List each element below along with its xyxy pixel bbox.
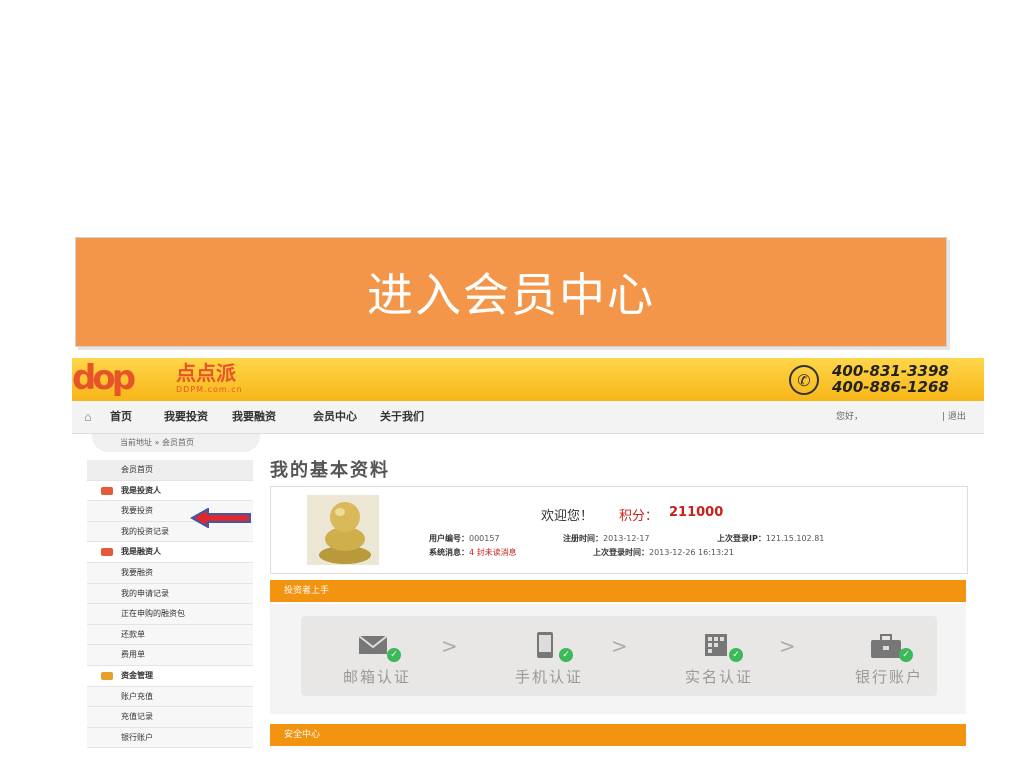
reg-date-value: 2013-12-17 <box>603 534 650 543</box>
phone-icon: ✆ <box>789 365 819 395</box>
sidebar-group-funds: 资金管理 <box>87 665 253 687</box>
step-label: 实名认证 <box>684 668 753 686</box>
step-label: 银行账户 <box>854 668 923 686</box>
sidebar-item-label: 正在申购的融资包 <box>121 609 185 619</box>
check-icon: ✓ <box>899 648 913 662</box>
welcome-text: 欢迎您！ <box>541 509 594 524</box>
page-title: 我的基本资料 <box>270 460 390 481</box>
profile-card: 欢迎您！ 积分： 211000 用户编号：000157 注册时间：2013-12… <box>270 486 968 574</box>
last-login-value: 2013-12-26 16:13:21 <box>649 548 734 557</box>
step-separator: > <box>779 634 796 658</box>
last-ip-value: 121.15.102.81 <box>765 534 825 543</box>
sidebar-item-repayments[interactable]: 还款单 <box>87 624 253 646</box>
logo-url: DDPM.com.cn <box>176 385 243 394</box>
reg-date-row: 注册时间：2013-12-17 <box>563 533 650 544</box>
step-label: 手机认证 <box>514 668 583 686</box>
sidebar-item-subscribing[interactable]: 正在申购的融资包 <box>87 604 253 625</box>
last-login-row: 上次登录时间：2013-12-26 16:13:21 <box>593 547 734 558</box>
member-sidebar: 会员首页 我是投资人 我要投资 我的投资记录 我是融资人 我要融资 我的申请记录… <box>87 460 253 749</box>
envelope-icon: ✓ <box>357 632 401 662</box>
sidebar-item-label: 我的申请记录 <box>121 588 169 598</box>
user-greeting: 您好， <box>836 412 864 422</box>
last-ip-label: 上次登录IP： <box>717 534 766 543</box>
sidebar-item-label: 账户充值 <box>121 691 153 701</box>
check-icon: ✓ <box>729 648 743 662</box>
sidebar-item-finance[interactable]: 我要融资 <box>87 562 253 584</box>
step-realname-verify[interactable]: ✓ 实名认证 <box>649 616 789 696</box>
system-msg-row: 系统消息：4 封未读消息 <box>429 547 517 558</box>
step-separator: > <box>441 634 458 658</box>
slide-title: 进入会员中心 <box>367 268 655 322</box>
sidebar-item-applications[interactable]: 我的申请记录 <box>87 583 253 605</box>
step-email-verify[interactable]: ✓ 邮箱认证 <box>307 616 447 696</box>
nav-invest[interactable]: 我要投资 <box>164 401 208 433</box>
hotline-numbers: 400-831-3398 400-886-1268 <box>832 363 949 395</box>
slide-banner: 进入会员中心 <box>76 238 946 346</box>
user-id-value: 000157 <box>469 534 500 543</box>
user-id-row: 用户编号：000157 <box>429 533 500 544</box>
avatar <box>307 495 379 565</box>
site-header: dop 点点派 DDPM.com.cn ✆ 400-831-3398 400-8… <box>72 358 984 401</box>
sidebar-group-investor: 我是投资人 <box>87 480 253 502</box>
system-msg-label: 系统消息： <box>429 548 469 557</box>
points-value: 211000 <box>669 505 724 520</box>
logo-mark: dop <box>72 358 136 398</box>
breadcrumb: 当前地址 » 会员首页 <box>92 434 260 452</box>
step-phone-verify[interactable]: ✓ 手机认证 <box>479 616 619 696</box>
briefcase-icon: ✓ <box>869 632 913 662</box>
nav-about[interactable]: 关于我们 <box>380 401 424 433</box>
id-card-icon: ✓ <box>699 632 743 662</box>
sidebar-item-recharge-records[interactable]: 充值记录 <box>87 707 253 728</box>
sidebar-item-label: 我要融资 <box>121 567 153 577</box>
sidebar-item-label: 充值记录 <box>121 712 153 722</box>
main-nav: ⌂ 首页 我要投资 我要融资 会员中心 关于我们 您好， | 退出 <box>72 401 984 434</box>
sidebar-item-label: 还款单 <box>121 629 145 639</box>
nav-member-center[interactable]: 会员中心 <box>313 401 357 433</box>
step-label: 邮箱认证 <box>342 668 411 686</box>
mobile-phone-icon: ✓ <box>529 632 573 662</box>
investor-steps: ✓ 邮箱认证 > ✓ 手机认证 > ✓ 实名认证 > ✓ 银行账户 <box>270 604 966 714</box>
user-id-label: 用户编号： <box>429 534 469 543</box>
hotline-2: 400-886-1268 <box>832 378 949 396</box>
reg-date-label: 注册时间： <box>563 534 603 543</box>
step-separator: > <box>611 634 628 658</box>
pointer-arrow-icon <box>190 508 251 528</box>
security-center-header: 安全中心 <box>270 724 966 746</box>
member-center-screenshot: dop 点点派 DDPM.com.cn ✆ 400-831-3398 400-8… <box>72 358 984 768</box>
check-icon: ✓ <box>387 648 401 662</box>
unread-messages-link[interactable]: 4 封未读消息 <box>469 548 517 557</box>
sidebar-group-label: 资金管理 <box>121 670 153 680</box>
nav-finance[interactable]: 我要融资 <box>232 401 276 433</box>
sidebar-group-label: 我是投资人 <box>121 485 161 495</box>
step-bank-account[interactable]: ✓ 银行账户 <box>819 616 959 696</box>
hotline-1: 400-831-3398 <box>832 362 949 380</box>
sidebar-item-label: 会员首页 <box>121 465 153 474</box>
nav-home[interactable]: 首页 <box>110 401 132 433</box>
last-login-label: 上次登录时间： <box>593 548 649 557</box>
sidebar-group-borrower: 我是融资人 <box>87 542 253 563</box>
investor-icon <box>101 486 113 495</box>
sidebar-item-label: 费用单 <box>121 650 145 660</box>
site-logo[interactable]: dop <box>72 358 136 398</box>
funds-icon <box>101 671 113 680</box>
check-icon: ✓ <box>559 648 573 662</box>
home-icon[interactable]: ⌂ <box>84 410 92 424</box>
sidebar-item-label: 我的投资记录 <box>121 526 169 536</box>
logout-link[interactable]: | 退出 <box>942 401 966 433</box>
sidebar-item-bank-account[interactable]: 银行账户 <box>87 727 253 749</box>
steps-panel: ✓ 邮箱认证 > ✓ 手机认证 > ✓ 实名认证 > ✓ 银行账户 <box>301 616 937 696</box>
sidebar-group-label: 我是融资人 <box>121 547 161 557</box>
sidebar-item-label: 我要投资 <box>121 506 153 516</box>
logo-name: 点点派 <box>176 361 236 385</box>
sidebar-item-label: 银行账户 <box>121 732 153 742</box>
sidebar-item-recharge[interactable]: 账户充值 <box>87 686 253 708</box>
borrower-icon <box>101 548 113 557</box>
sidebar-item-member-home[interactable]: 会员首页 <box>87 460 253 481</box>
investor-guide-header: 投资者上手 <box>270 580 966 602</box>
points-label: 积分： <box>619 509 659 524</box>
sidebar-item-fees[interactable]: 费用单 <box>87 645 253 666</box>
last-ip-row: 上次登录IP：121.15.102.81 <box>717 533 824 544</box>
